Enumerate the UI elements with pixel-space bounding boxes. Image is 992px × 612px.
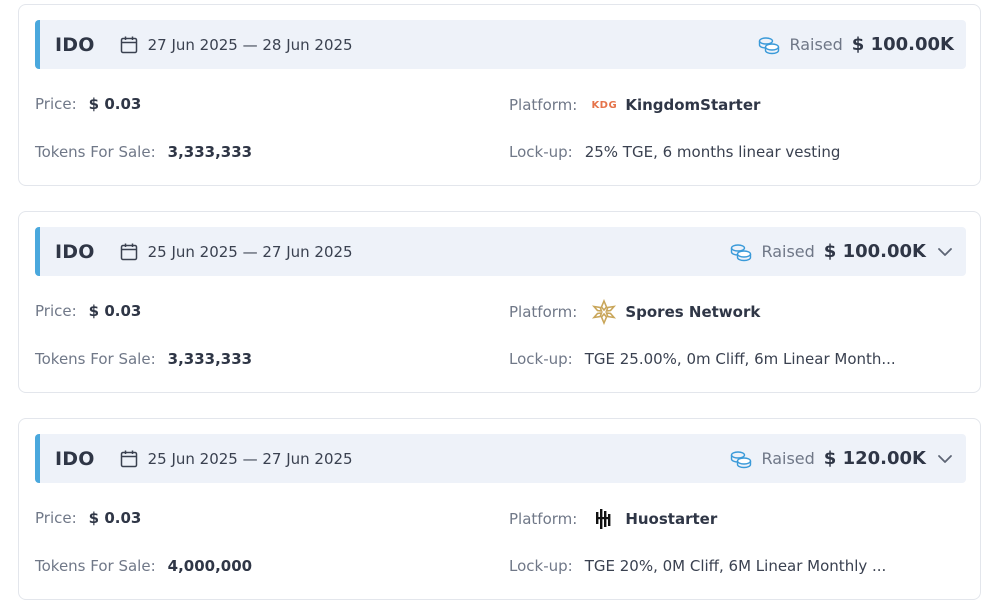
lockup-row: Lock-up: TGE 25.00%, 0m Cliff, 6m Linear… [509, 350, 896, 368]
platform-label: Platform: [509, 303, 578, 321]
platform-row: Platform: KDG KingdomStarter [509, 92, 760, 118]
platform-name[interactable]: Huostarter [625, 510, 717, 528]
sale-type: IDO [55, 240, 95, 263]
sale-card: IDO 27 Jun 2025 — 28 Jun 2025 Raised $ 1… [18, 4, 981, 186]
lockup-label: Lock-up: [509, 350, 573, 368]
sale-header[interactable]: IDO 25 Jun 2025 — 27 Jun 2025 Raised $ 1… [35, 434, 966, 483]
lockup-label: Lock-up: [509, 557, 573, 575]
price-value: $ 0.03 [88, 302, 142, 320]
lockup-value: TGE 20%, 0M Cliff, 6M Linear Monthly ... [584, 557, 887, 575]
price-row: Price: $ 0.03 [35, 302, 141, 320]
coins-icon [757, 35, 781, 55]
raised-label: Raised [761, 242, 815, 261]
price-value: $ 0.03 [88, 509, 142, 527]
sale-dates: 27 Jun 2025 — 28 Jun 2025 [147, 35, 353, 54]
chevron-down-icon[interactable] [936, 450, 954, 468]
price-row: Price: $ 0.03 [35, 509, 141, 527]
platform-name[interactable]: KingdomStarter [625, 96, 760, 114]
raised-value: $ 120.00K [823, 448, 926, 469]
lockup-value: 25% TGE, 6 months linear vesting [584, 143, 841, 161]
sale-type: IDO [55, 33, 95, 56]
kingdomstarter-logo-icon: KDG [591, 99, 618, 111]
platform-label: Platform: [509, 96, 578, 114]
raised-value: $ 100.00K [851, 34, 954, 55]
platform-row: Platform: Huostarter [509, 506, 717, 532]
price-label: Price: [35, 95, 77, 113]
chevron-down-icon[interactable] [936, 243, 954, 261]
lockup-row: Lock-up: 25% TGE, 6 months linear vestin… [509, 143, 840, 161]
sale-header[interactable]: IDO 27 Jun 2025 — 28 Jun 2025 Raised $ 1… [35, 20, 966, 69]
sale-card: IDO 25 Jun 2025 — 27 Jun 2025 Raised $ 1… [18, 211, 981, 393]
calendar-icon [119, 449, 139, 469]
tokens-row: Tokens For Sale: 4,000,000 [35, 557, 252, 575]
price-value: $ 0.03 [88, 95, 142, 113]
lockup-label: Lock-up: [509, 143, 573, 161]
sale-header[interactable]: IDO 25 Jun 2025 — 27 Jun 2025 Raised $ 1… [35, 227, 966, 276]
tokens-row: Tokens For Sale: 3,333,333 [35, 350, 252, 368]
sale-dates: 25 Jun 2025 — 27 Jun 2025 [147, 449, 353, 468]
platform-row: Platform: Spores Network [509, 299, 760, 325]
lockup-value: TGE 25.00%, 0m Cliff, 6m Linear Month... [584, 350, 896, 368]
tokens-label: Tokens For Sale: [35, 557, 156, 575]
tokens-value: 3,333,333 [167, 350, 253, 368]
coins-icon [729, 242, 753, 262]
tokens-label: Tokens For Sale: [35, 143, 156, 161]
raised-label: Raised [761, 449, 815, 468]
calendar-icon [119, 35, 139, 55]
tokens-row: Tokens For Sale: 3,333,333 [35, 143, 252, 161]
platform-label: Platform: [509, 510, 578, 528]
tokens-value: 3,333,333 [167, 143, 253, 161]
lockup-row: Lock-up: TGE 20%, 0M Cliff, 6M Linear Mo… [509, 557, 886, 575]
price-label: Price: [35, 302, 77, 320]
sale-type: IDO [55, 447, 95, 470]
sale-card: IDO 25 Jun 2025 — 27 Jun 2025 Raised $ 1… [18, 418, 981, 600]
coins-icon [729, 449, 753, 469]
sale-dates: 25 Jun 2025 — 27 Jun 2025 [147, 242, 353, 261]
tokens-label: Tokens For Sale: [35, 350, 156, 368]
huostarter-logo-icon [591, 506, 617, 532]
calendar-icon [119, 242, 139, 262]
spores-network-logo-icon [591, 299, 617, 325]
raised-label: Raised [789, 35, 843, 54]
platform-name[interactable]: Spores Network [625, 303, 760, 321]
price-label: Price: [35, 509, 77, 527]
tokens-value: 4,000,000 [167, 557, 253, 575]
raised-value: $ 100.00K [823, 241, 926, 262]
price-row: Price: $ 0.03 [35, 95, 141, 113]
